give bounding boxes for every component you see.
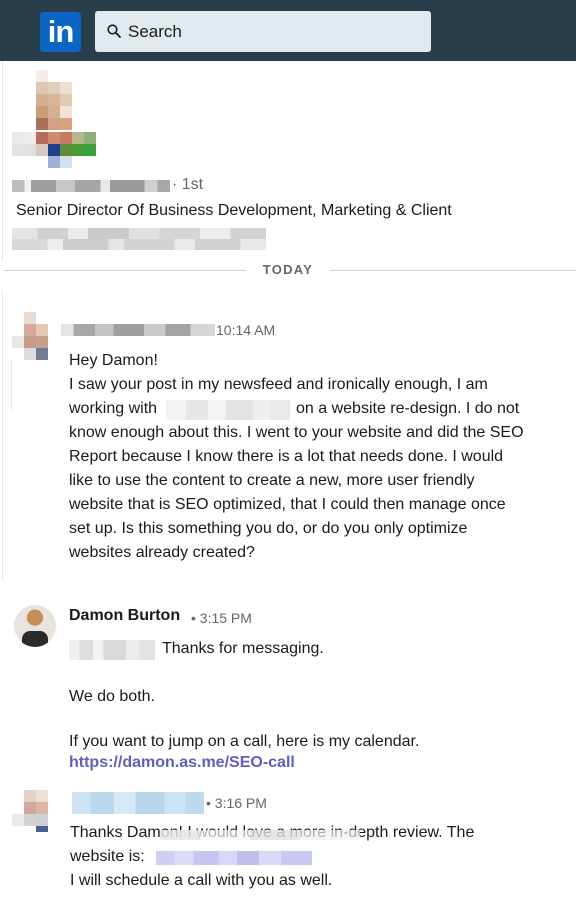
- search-input[interactable]: [128, 11, 418, 52]
- sender-avatar-pixelated: [12, 312, 50, 362]
- sender-name-pixelated: [61, 324, 215, 336]
- message-text: Report because I know there is a lot tha…: [69, 448, 504, 465]
- avatar[interactable]: [14, 605, 56, 647]
- connection-degree: · 1st: [172, 176, 204, 193]
- message-text: set up. Is this something you do, or do …: [69, 520, 468, 537]
- redaction-overlay: [160, 830, 360, 840]
- divider-line-right: [330, 270, 576, 271]
- message-text: working with: [69, 400, 158, 417]
- message-timestamp: 10:14 AM: [216, 322, 276, 338]
- message-timestamp: • 3:15 PM: [191, 610, 252, 626]
- message-text: If you want to jump on a call, here is m…: [69, 733, 420, 750]
- search-bar[interactable]: [95, 11, 431, 52]
- sender-name-pixelated: [72, 792, 204, 814]
- sender-name[interactable]: Damon Burton: [69, 607, 180, 625]
- message-text: Hey Damon!: [69, 352, 158, 369]
- linkedin-logo[interactable]: in: [40, 12, 81, 52]
- profile-headline: Senior Director Of Business Development,…: [16, 202, 452, 219]
- message-text: We do both.: [69, 688, 155, 705]
- calendar-link[interactable]: https://damon.as.me/SEO-call: [69, 754, 295, 772]
- message-text: website that is SEO optimized, that I co…: [69, 496, 506, 513]
- redacted-company-pixelated: [166, 400, 290, 420]
- message-text: I saw your post in my newsfeed and ironi…: [69, 376, 488, 393]
- thread-line: [2, 61, 3, 261]
- thread-line: [11, 360, 12, 410]
- profile-photo-pixelated: [12, 70, 96, 168]
- message-text: Thanks for messaging.: [162, 640, 324, 657]
- thread-line: [2, 290, 3, 580]
- top-nav-bar: in: [0, 0, 576, 61]
- search-icon: [107, 24, 121, 38]
- sender-avatar-pixelated: [12, 790, 52, 832]
- message-text: know enough about this. I went to your w…: [69, 424, 524, 441]
- message-timestamp: • 3:16 PM: [206, 795, 267, 811]
- message-text: website is:: [70, 848, 145, 865]
- date-divider-today: TODAY: [262, 262, 314, 277]
- divider-line-left: [4, 270, 246, 271]
- message-text: I will schedule a call with you as well.: [70, 872, 333, 889]
- profile-name-pixelated: [12, 180, 170, 192]
- profile-subtitle-pixelated: [12, 228, 266, 250]
- redacted-url-pixelated: [156, 851, 312, 865]
- redacted-name-pixelated: [69, 640, 155, 660]
- message-text: websites already created?: [69, 544, 255, 561]
- message-text: like to use the content to create a new,…: [69, 472, 475, 489]
- message-text: on a website re-design. I do not: [296, 400, 520, 417]
